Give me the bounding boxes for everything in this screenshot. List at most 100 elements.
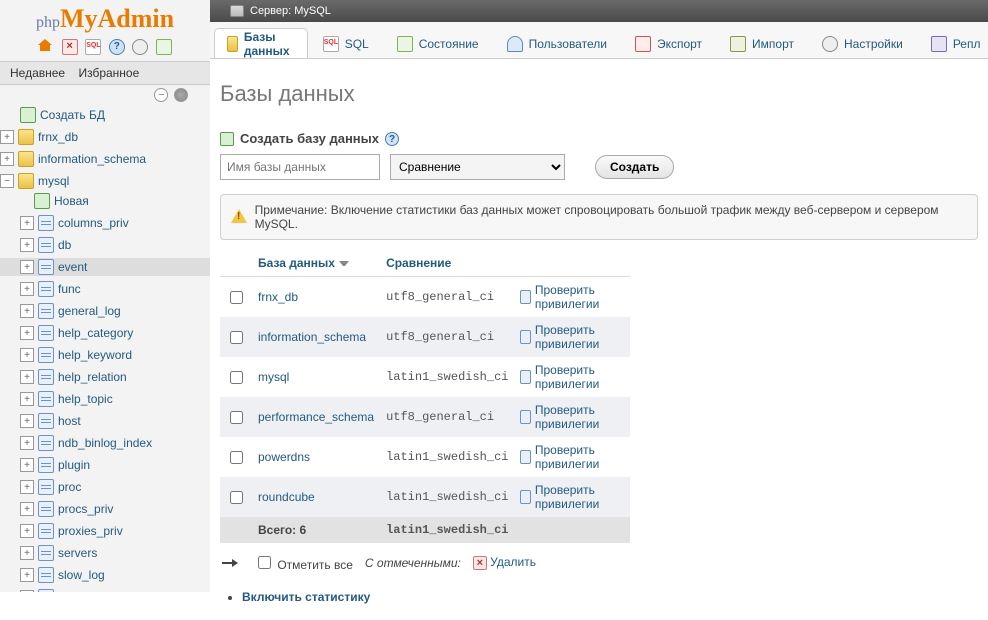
tree-item-label[interactable]: help_keyword [58,348,132,362]
tree-item-host[interactable]: + host [0,410,210,432]
tree-item-ndb_binlog_index[interactable]: + ndb_binlog_index [0,432,210,454]
expand-icon[interactable]: + [0,130,14,144]
tab-состояние[interactable]: Состояние [384,28,492,58]
row-checkbox[interactable] [230,291,243,304]
tree-item-label[interactable]: plugin [58,458,90,472]
row-checkbox[interactable] [230,371,243,384]
tree-item-label[interactable]: help_category [58,326,133,340]
tree-item-label[interactable]: db [58,238,71,252]
tab-базы данных[interactable]: Базы данных [214,28,308,58]
docs-icon[interactable] [109,39,125,55]
expand-icon[interactable]: + [20,260,34,274]
expand-icon[interactable]: + [20,348,34,362]
tree-item-procs_priv[interactable]: + procs_priv [0,498,210,520]
tree-item-help_keyword[interactable]: + help_keyword [0,344,210,366]
expand-icon[interactable]: + [20,436,34,450]
check-privileges-link[interactable]: Проверить привилегии [520,323,624,351]
tab-импорт[interactable]: Импорт [717,28,807,58]
tree-db-label[interactable]: information_schema [38,152,146,166]
reload-icon[interactable] [156,39,172,55]
db-link[interactable]: frnx_db [258,290,298,304]
tree-item-help_relation[interactable]: +help_relation [0,366,210,388]
expand-icon[interactable]: + [20,458,34,472]
tree-item-label[interactable]: procs_priv [58,502,113,516]
tree-db-frnx_db[interactable]: + frnx_db [0,126,210,148]
tree-item-proxies_priv[interactable]: + proxies_priv [0,520,210,542]
logo[interactable]: phpMyAdmin [0,4,210,34]
tree-item-label[interactable]: host [58,414,81,428]
db-link[interactable]: mysql [258,370,289,384]
tree-item-label[interactable]: event [58,260,87,274]
db-link[interactable]: powerdns [258,450,310,464]
tree-db-information_schema[interactable]: + information_schema [0,148,210,170]
expand-icon[interactable]: + [20,282,34,296]
check-privileges-link[interactable]: Проверить привилегии [520,483,624,511]
tree-create-db-label[interactable]: Создать БД [40,108,105,122]
tree-item-general_log[interactable]: + general_log [0,300,210,322]
expand-icon[interactable]: + [20,304,34,318]
tree-item-slow_log[interactable]: + slow_log [0,564,210,586]
tree-db-label[interactable]: mysql [38,174,69,188]
tree-item-label[interactable]: servers [58,546,97,560]
tree-item-label[interactable]: columns_priv [58,216,129,230]
tree-item-label[interactable]: slow_log [58,568,105,582]
db-link[interactable]: performance_schema [258,410,374,424]
row-checkbox[interactable] [230,331,243,344]
expand-icon[interactable]: + [20,568,34,582]
tab-пользователи[interactable]: Пользователи [494,28,620,58]
create-db-button[interactable]: Создать [595,155,674,179]
tree-item-Новая[interactable]: Новая [0,190,210,212]
tree-item-func[interactable]: + func [0,278,210,300]
db-link[interactable]: information_schema [258,330,366,344]
logout-icon[interactable] [62,39,78,55]
tab-sql[interactable]: SQL [310,28,382,58]
row-checkbox[interactable] [230,411,243,424]
favorites-link[interactable]: Избранное [78,66,139,80]
row-checkbox[interactable] [230,491,243,504]
collapse-icon[interactable]: – [154,88,168,102]
tree-item-proc[interactable]: +proc [0,476,210,498]
check-privileges-link[interactable]: Проверить привилегии [520,363,624,391]
tree-item-label[interactable]: help_topic [58,392,113,406]
tree-item-label[interactable]: func [58,282,81,296]
tree-create-db[interactable]: Создать БД [0,104,210,126]
tree-item-servers[interactable]: +servers [0,542,210,564]
expand-icon[interactable]: + [20,326,34,340]
sql-icon[interactable] [85,39,101,55]
link-nav-icon[interactable] [174,88,188,102]
th-database[interactable]: База данных [252,250,380,277]
check-all-box[interactable] [258,556,271,569]
help-icon[interactable] [385,132,399,146]
tree-item-tables_priv[interactable]: +tables_priv [0,586,210,592]
check-all[interactable]: Отметить все [254,553,353,572]
check-privileges-link[interactable]: Проверить привилегии [520,283,624,311]
db-name-input[interactable] [220,154,380,180]
tree-item-label[interactable]: ndb_binlog_index [58,436,152,450]
th-collation[interactable]: Сравнение [380,250,514,277]
tab-экспорт[interactable]: Экспорт [622,28,715,58]
expand-icon[interactable]: + [20,392,34,406]
expand-icon[interactable]: + [20,502,34,516]
enable-stats-link[interactable]: Включить статистику [242,590,370,604]
expand-icon[interactable]: + [20,216,34,230]
tree-item-columns_priv[interactable]: + columns_priv [0,212,210,234]
tree-item-db[interactable]: +db [0,234,210,256]
db-link[interactable]: roundcube [258,490,315,504]
tree-item-label[interactable]: Новая [54,194,89,208]
collation-select[interactable]: Сравнение [390,154,565,180]
expand-icon[interactable]: + [20,524,34,538]
tree-db-label[interactable]: frnx_db [38,130,78,144]
tree-item-help_category[interactable]: + help_category [0,322,210,344]
expand-icon[interactable]: + [20,414,34,428]
tab-репл[interactable]: Репл [918,28,988,58]
tree-item-label[interactable]: general_log [58,304,121,318]
tree-db-mysql[interactable]: −mysqlНовая+columns_priv+db+event+func+g… [0,170,210,592]
expand-icon[interactable]: − [0,174,14,188]
tree-item-event[interactable]: + event [0,256,210,278]
tree-item-label[interactable]: proxies_priv [58,524,123,538]
settings-icon[interactable] [132,39,148,55]
expand-icon[interactable]: + [0,152,14,166]
home-icon[interactable] [38,39,54,55]
drop-db-link[interactable]: Удалить [473,555,536,570]
recent-link[interactable]: Недавнее [10,66,65,80]
